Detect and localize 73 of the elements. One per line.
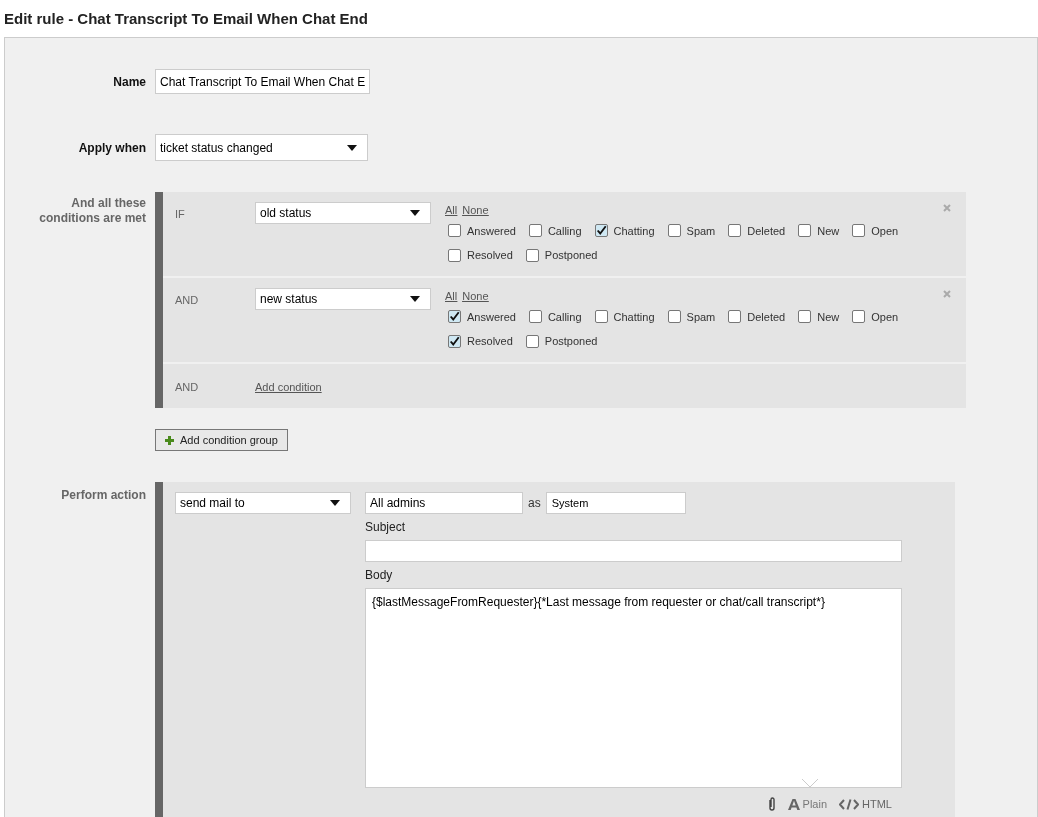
checkbox[interactable] bbox=[448, 310, 461, 324]
checkbox-label: Answered bbox=[467, 309, 516, 325]
section-label: And all these conditions are met bbox=[38, 195, 147, 226]
checkbox[interactable] bbox=[528, 310, 542, 324]
checkbox[interactable] bbox=[667, 310, 681, 324]
checkbox[interactable] bbox=[594, 310, 608, 324]
checkbox[interactable] bbox=[798, 310, 812, 324]
subject-input[interactable] bbox=[365, 540, 902, 562]
field-label: Name bbox=[112, 74, 147, 91]
checkbox-label: Chatting bbox=[613, 223, 655, 239]
checkbox-label: Resolved bbox=[467, 248, 513, 263]
name-input[interactable]: Chat Transcript To Email When Chat E bbox=[155, 69, 370, 94]
select-none-link[interactable]: None bbox=[462, 202, 489, 219]
format-tab[interactable]: Plain bbox=[787, 795, 828, 813]
checkbox[interactable] bbox=[448, 248, 461, 262]
dropdown-caret-icon bbox=[410, 296, 420, 302]
paperclip-icon[interactable] bbox=[767, 797, 776, 811]
checkbox[interactable] bbox=[594, 224, 608, 238]
checkbox[interactable] bbox=[728, 224, 742, 238]
connector-label: AND bbox=[174, 380, 200, 395]
checkbox[interactable] bbox=[528, 224, 542, 238]
checkbox-label: Postponed bbox=[544, 248, 598, 263]
select-all-link[interactable]: All bbox=[445, 202, 458, 219]
checkbox-label: Calling bbox=[547, 223, 582, 239]
checkbox[interactable] bbox=[525, 248, 539, 262]
checkbox-label: Deleted bbox=[747, 223, 786, 239]
dropdown-caret-icon bbox=[347, 144, 357, 151]
format-tab[interactable]: HTML bbox=[839, 795, 892, 813]
dropdown[interactable]: ticket status changed bbox=[155, 134, 368, 161]
checkbox[interactable] bbox=[448, 224, 461, 238]
checkbox-label: Postponed bbox=[544, 334, 598, 349]
checkbox[interactable] bbox=[852, 224, 866, 238]
selection-pointer-icon bbox=[801, 778, 818, 788]
checkbox-label: New bbox=[817, 309, 840, 325]
dropdown-caret-icon bbox=[330, 500, 340, 506]
checkbox-label: Spam bbox=[686, 223, 716, 239]
dropdown-caret-icon bbox=[410, 210, 420, 216]
field-label: Subject bbox=[365, 519, 407, 536]
checkbox[interactable] bbox=[525, 334, 539, 348]
checkbox-label: New bbox=[817, 223, 840, 239]
checkbox-label: Answered bbox=[467, 223, 516, 239]
checkbox-label: Open bbox=[871, 309, 899, 325]
add-condition-link[interactable]: Add condition bbox=[255, 364, 322, 396]
checkbox[interactable] bbox=[852, 310, 866, 324]
select-none-link[interactable]: None bbox=[462, 288, 489, 305]
checkbox[interactable] bbox=[798, 224, 812, 238]
page-title: Edit rule - Chat Transcript To Email When Chat End bbox=[3, 9, 369, 29]
field-label: Body bbox=[365, 567, 394, 584]
field-label: Apply when bbox=[77, 140, 147, 157]
connector-label: IF bbox=[174, 207, 186, 222]
plus-icon bbox=[165, 435, 174, 445]
connector-label: AND bbox=[174, 293, 200, 308]
checkbox-label: Spam bbox=[686, 309, 716, 325]
dropdown[interactable]: old status bbox=[255, 202, 431, 224]
checkbox-label: Resolved bbox=[467, 334, 513, 349]
recipient-input[interactable]: All admins bbox=[365, 492, 523, 514]
checkbox-label: Deleted bbox=[747, 309, 786, 325]
select-all-link[interactable]: All bbox=[445, 288, 458, 305]
sender-input[interactable]: System bbox=[545, 492, 686, 514]
dropdown[interactable]: send mail to bbox=[175, 492, 351, 514]
checkbox-label: Open bbox=[871, 223, 899, 239]
checkbox-label: Calling bbox=[547, 309, 582, 325]
body-textarea[interactable]: {$lastMessageFromRequester}{*Last message from requester or chat/call transcript*} bbox=[365, 588, 902, 788]
checkbox-label: Chatting bbox=[613, 309, 655, 325]
dropdown[interactable]: new status bbox=[255, 288, 431, 310]
letter-icon bbox=[787, 798, 800, 810]
add-condition-group-button[interactable]: Add condition group bbox=[155, 429, 288, 451]
as-label: as bbox=[527, 495, 542, 512]
checkbox[interactable] bbox=[448, 334, 461, 348]
checkbox[interactable] bbox=[728, 310, 742, 324]
checkbox[interactable] bbox=[667, 224, 681, 238]
section-label: Perform action bbox=[60, 487, 147, 504]
code-icon bbox=[839, 798, 860, 810]
